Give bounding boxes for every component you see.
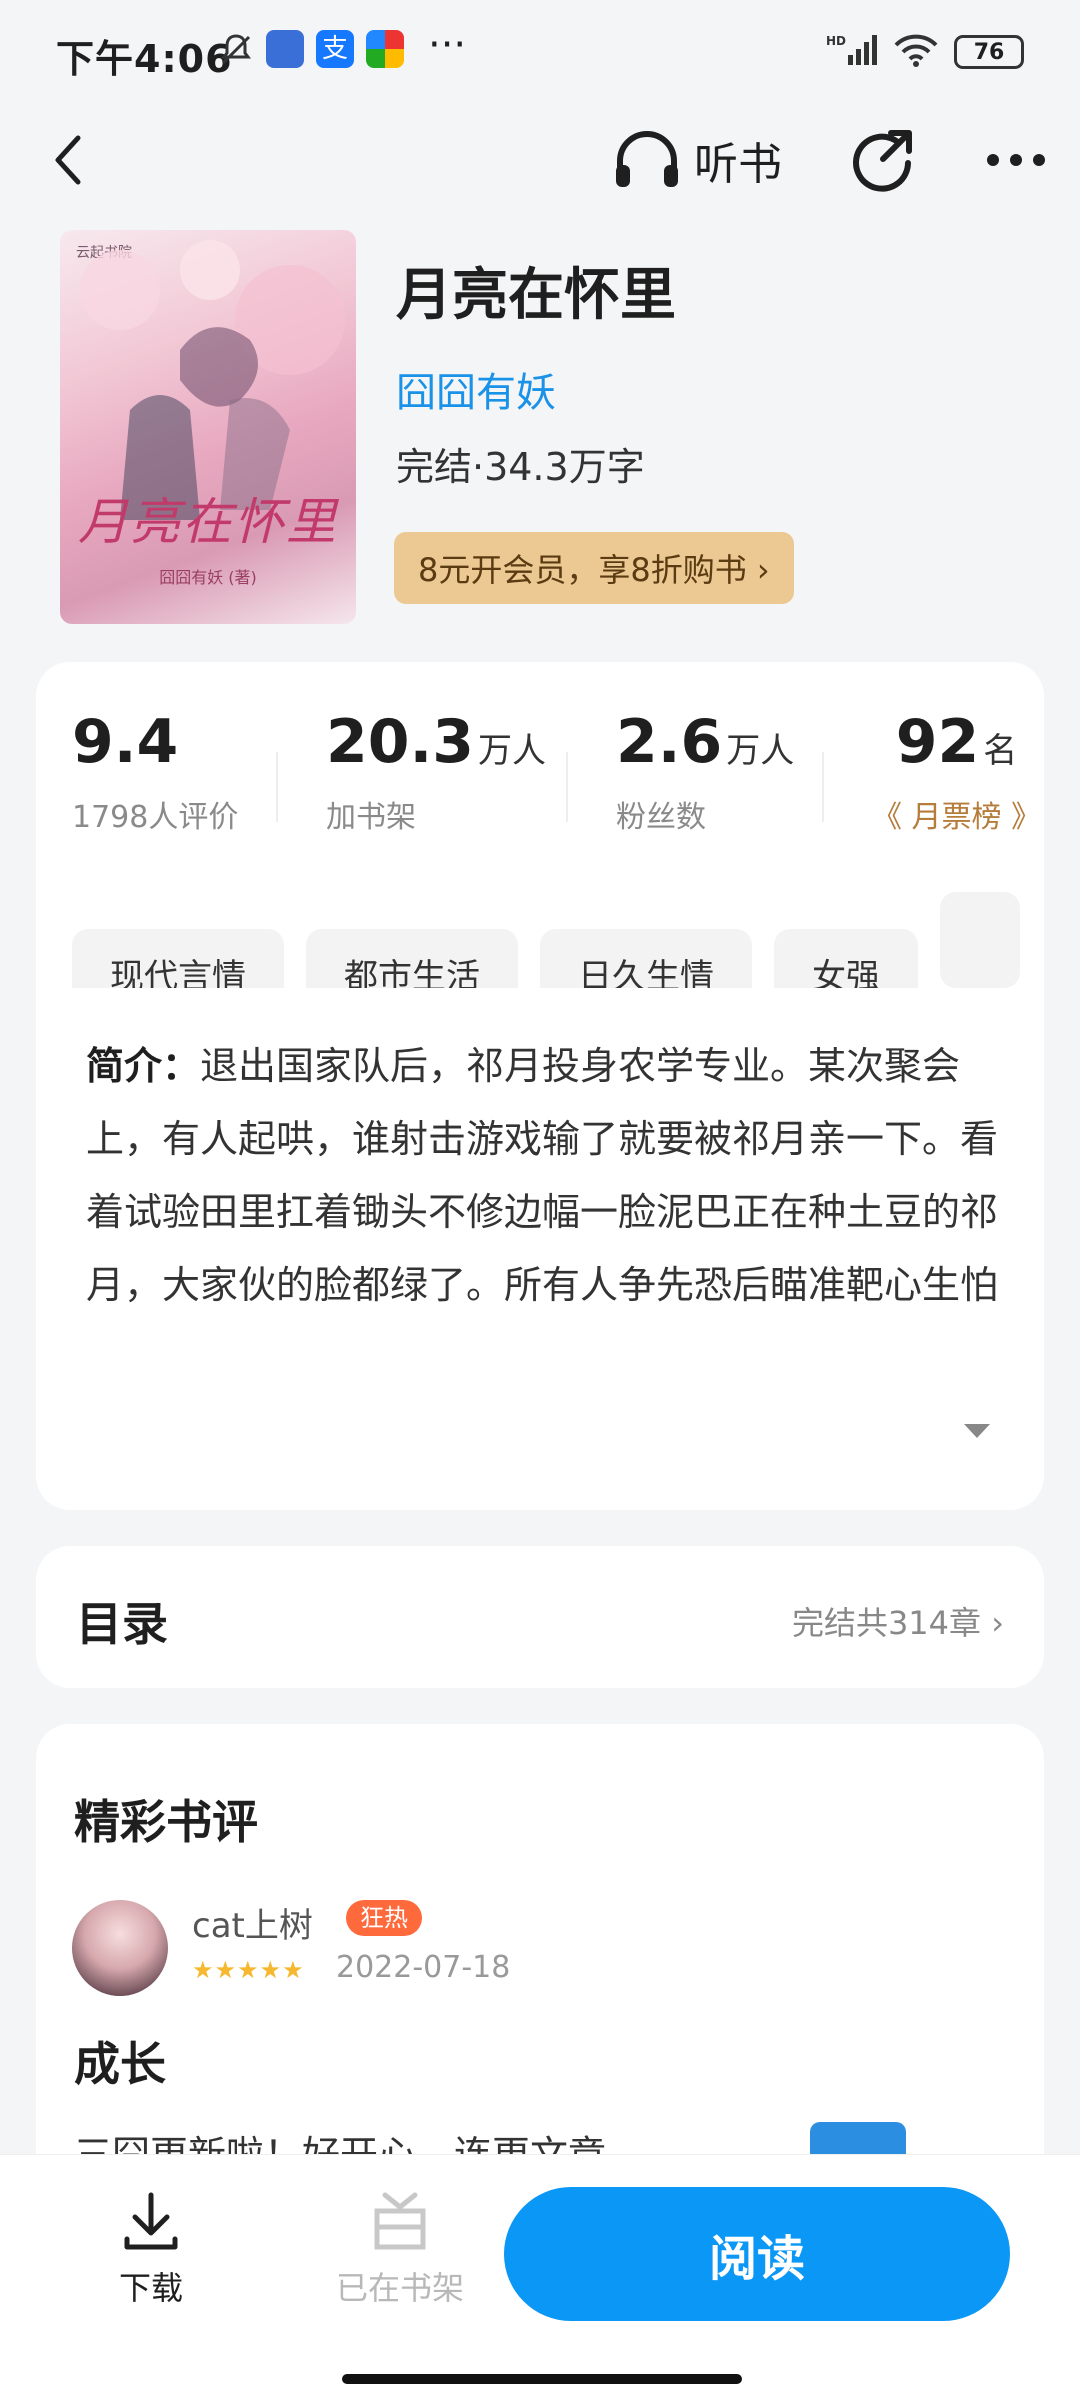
tag-list: 现代言情 都市生活 日久生情 女强 <box>72 892 1044 988</box>
back-button[interactable] <box>36 124 100 196</box>
more-button[interactable] <box>976 124 1056 196</box>
svg-text:HD: HD <box>826 34 846 48</box>
book-header: 云起书院 月亮在怀里 囧囧有妖 (著) 月亮在怀里 囧囧有妖 完结·34.3万字… <box>60 230 1020 630</box>
toc-card[interactable]: 目录 完结共314章 › <box>36 1546 1044 1688</box>
stat-rating[interactable]: 9.4 1798人评价 <box>72 712 238 836</box>
stat-shelf: 20.3 万人 加书架 <box>326 712 546 836</box>
app-notification-icon-2 <box>366 30 404 68</box>
read-button[interactable]: 阅读 <box>504 2187 1010 2321</box>
stat-rank[interactable]: 92 名 《 月票榜 》 <box>872 712 1041 836</box>
toc-title: 目录 <box>76 1597 168 1651</box>
more-icon <box>987 154 1045 166</box>
book-meta: 完结·34.3万字 <box>396 445 645 489</box>
app-notification-icon <box>266 30 304 68</box>
avatar[interactable] <box>72 1900 168 1996</box>
bottom-action-bar: 下载 已在书架 阅读 <box>0 2154 1080 2401</box>
status-bar: 下午4:06 支 ··· HD 76 <box>0 0 1080 104</box>
toc-info: 完结共314章 › <box>791 1604 1004 1642</box>
cover-title: 月亮在怀里 <box>78 493 338 551</box>
rating-value: 9.4 <box>72 707 179 777</box>
status-badge: 狂热 <box>346 1900 422 1936</box>
shelf-unit: 万人 <box>478 731 547 771</box>
home-indicator[interactable] <box>342 2374 742 2384</box>
book-info-card: 9.4 1798人评价 20.3 万人 加书架 2.6 万人 粉丝数 92 名 《 月… <box>36 662 1044 1510</box>
stat-fans[interactable]: 2.6 万人 粉丝数 <box>616 712 794 836</box>
status-time: 下午4:06 <box>56 37 233 81</box>
review-headline[interactable]: 成长 <box>74 2028 166 2094</box>
download-label: 下载 <box>118 2269 183 2307</box>
review-date: 2022-07-18 <box>336 1950 511 1985</box>
book-title: 月亮在怀里 <box>396 263 676 328</box>
expand-intro-button[interactable] <box>962 1422 992 1444</box>
caret-down-icon <box>964 1424 990 1438</box>
listen-book-label: 听书 <box>694 139 782 190</box>
vip-promo-button[interactable]: 8元开会员，享8折购书 › <box>394 532 794 604</box>
download-button[interactable]: 下载 <box>96 2191 206 2309</box>
alipay-icon: 支 <box>316 30 354 68</box>
cover-author: 囧囧有妖 (著) <box>159 568 257 587</box>
listen-book-button[interactable]: 听书 <box>612 124 782 196</box>
tag-item[interactable]: 日久生情 <box>540 929 752 988</box>
divider <box>566 752 568 822</box>
reviews-card: 精彩书评 cat上树 狂热 ★★★★★ 2022-07-18 成长 三囧更新啦！… <box>36 1724 1044 2224</box>
signal-icon: HD <box>826 33 878 71</box>
tag-item[interactable]: 都市生活 <box>306 929 518 988</box>
divider <box>276 752 278 822</box>
fans-value: 2.6 <box>616 707 723 777</box>
in-shelf-button[interactable]: 已在书架 <box>320 2191 480 2309</box>
bookshelf-icon <box>374 2192 426 2250</box>
wifi-icon <box>894 33 938 71</box>
fans-label: 粉丝数 <box>616 800 706 835</box>
mute-icon <box>218 32 254 72</box>
reviews-title: 精彩书评 <box>74 1795 258 1849</box>
tag-item-partial[interactable] <box>940 892 1020 988</box>
star-rating: ★★★★★ <box>192 1956 305 1984</box>
battery-icon: 76 <box>954 35 1024 69</box>
share-button[interactable] <box>846 124 918 196</box>
rank-value: 92 <box>895 707 980 777</box>
rank-unit: 名 <box>983 731 1018 771</box>
book-cover[interactable]: 云起书院 月亮在怀里 囧囧有妖 (著) <box>60 230 356 624</box>
review-username[interactable]: cat上树 <box>192 1898 313 1947</box>
tag-item[interactable]: 女强 <box>774 929 918 988</box>
chevron-left-icon <box>55 135 81 185</box>
shelf-label: 加书架 <box>326 800 416 835</box>
rank-label: 《 月票榜 》 <box>872 800 1042 835</box>
top-bar: 听书 <box>0 110 1080 210</box>
intro-prefix: 简介： <box>86 1044 201 1088</box>
shelf-value: 20.3 <box>326 707 475 777</box>
headphones-icon <box>616 131 678 187</box>
intro-text: 退出国家队后，祁月投身农学专业。某次聚会上，有人起哄，谁射击游戏输了就要被祁月亲… <box>86 1044 998 1307</box>
book-intro[interactable]: 简介：退出国家队后，祁月投身农学专业。某次聚会上，有人起哄，谁射击游戏输了就要被… <box>86 1030 998 1322</box>
share-icon <box>853 130 912 192</box>
more-notifications-icon: ··· <box>428 22 467 68</box>
author-link[interactable]: 囧囧有妖 <box>396 360 556 418</box>
tag-item[interactable]: 现代言情 <box>72 929 284 988</box>
rating-label: 1798人评价 <box>72 800 239 835</box>
download-icon <box>124 2192 178 2250</box>
stats-row: 9.4 1798人评价 20.3 万人 加书架 2.6 万人 粉丝数 92 名 《 月… <box>36 712 1044 852</box>
fans-unit: 万人 <box>726 731 795 771</box>
divider <box>822 752 824 822</box>
in-shelf-label: 已在书架 <box>335 2269 464 2307</box>
